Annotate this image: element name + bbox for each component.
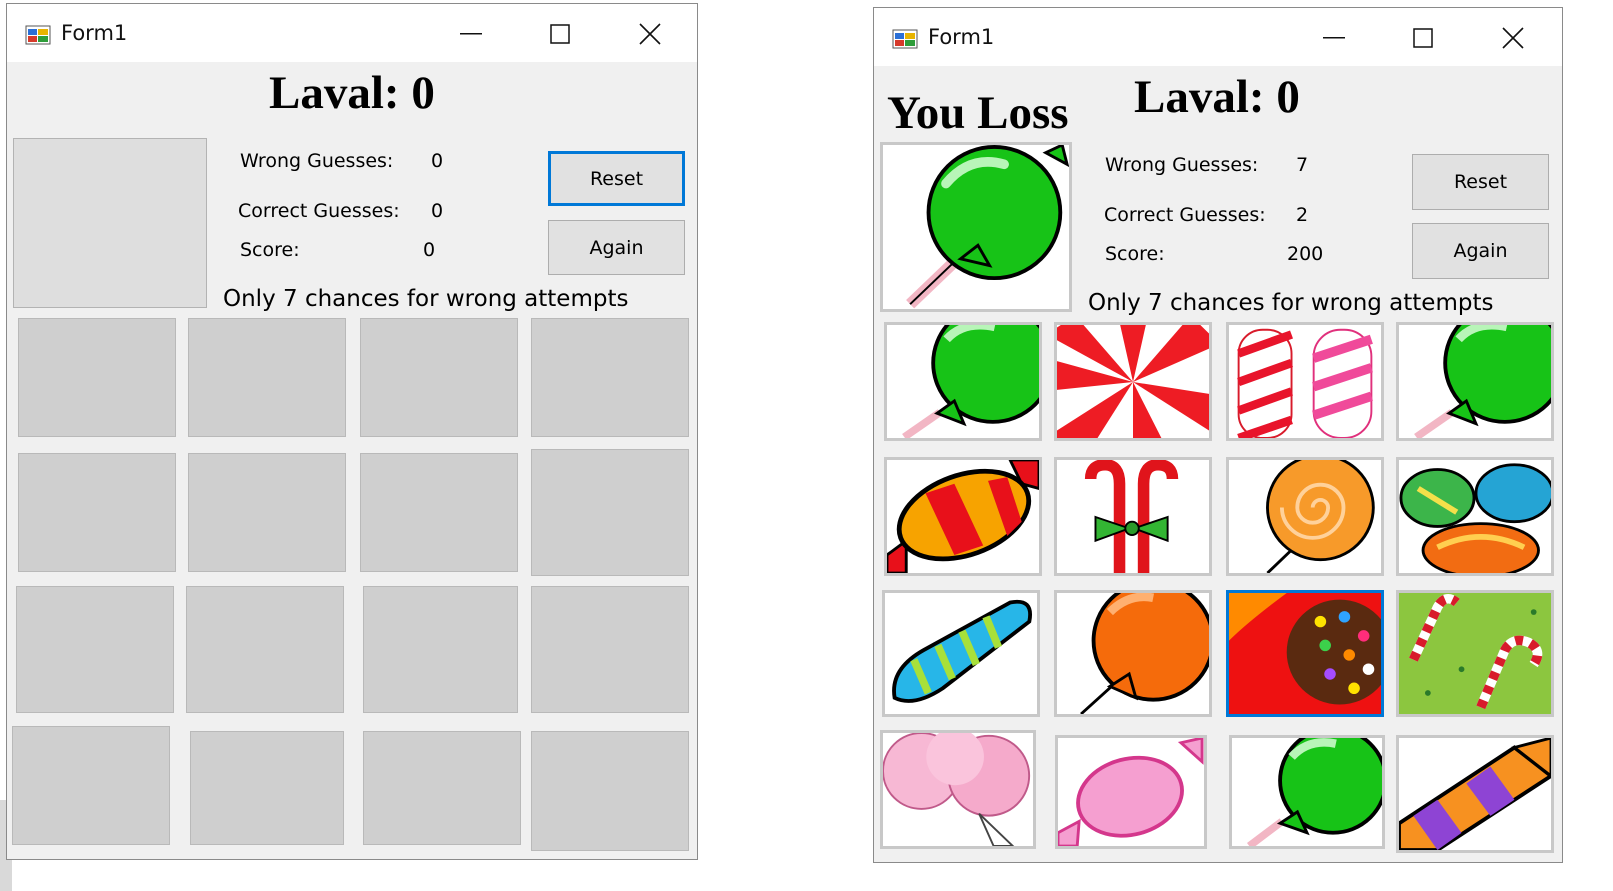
card-tile[interactable]	[1396, 457, 1554, 576]
minimize-icon[interactable]	[1314, 20, 1354, 56]
striped-candy-sticks-image	[1229, 325, 1381, 438]
card-tile[interactable]	[1396, 590, 1554, 717]
correct-guesses-value: 2	[1296, 204, 1309, 226]
form1-window-initial: Form1 Laval: 0 Wrong Guesses: 0 Correct …	[6, 3, 698, 860]
chances-text: Only 7 chances for wrong attempts	[223, 286, 629, 312]
card-tile[interactable]	[1055, 735, 1207, 849]
card-tile[interactable]	[16, 586, 174, 713]
card-tile[interactable]	[531, 586, 689, 713]
wrapped-striped-candy-image	[887, 460, 1039, 573]
title-bar[interactable]: Form1	[874, 8, 1562, 66]
result-message: You Loss	[887, 87, 1069, 139]
correct-guesses-label: Correct Guesses:	[1104, 204, 1266, 226]
again-button[interactable]: Again	[1412, 223, 1549, 279]
form1-window-loss: Form1 You Loss Laval: 0 Wrong Guesses: 7…	[873, 7, 1563, 863]
card-tile[interactable]	[531, 731, 689, 851]
reset-button[interactable]: Reset	[1412, 154, 1549, 210]
candy-cane-bow-image	[1057, 460, 1209, 573]
green-lollipop-image	[1232, 738, 1382, 846]
card-tile[interactable]	[12, 726, 170, 845]
level-value: 0	[411, 67, 435, 119]
minimize-icon[interactable]	[451, 16, 491, 52]
correct-guesses-label: Correct Guesses:	[238, 200, 400, 222]
card-tile[interactable]	[882, 590, 1040, 717]
card-tile[interactable]	[1054, 590, 1212, 717]
title-bar[interactable]: Form1	[7, 4, 697, 62]
level-value: 0	[1276, 71, 1300, 123]
app-icon	[25, 24, 51, 46]
card-tile[interactable]	[188, 453, 346, 572]
level-heading: Laval: 0	[269, 66, 435, 120]
chances-text: Only 7 chances for wrong attempts	[1088, 290, 1494, 316]
orange-swirl-lollipop-image	[1229, 460, 1381, 573]
again-button[interactable]: Again	[548, 220, 685, 275]
window-title: Form1	[928, 25, 995, 49]
card-tile[interactable]	[190, 731, 344, 845]
level-label: Laval:	[1134, 71, 1265, 123]
preview-picture-box	[880, 142, 1072, 312]
card-tile[interactable]	[884, 457, 1042, 576]
blue-striped-candy-image	[885, 593, 1037, 714]
card-tile[interactable]	[1396, 735, 1554, 853]
score-label: Score:	[240, 239, 300, 261]
cotton-candy-image	[883, 733, 1033, 846]
card-tile[interactable]	[1054, 322, 1212, 441]
card-tile[interactable]	[18, 318, 176, 437]
peppermint-swirl-image	[1057, 325, 1209, 438]
card-tile[interactable]	[360, 453, 518, 572]
green-lollipop-image	[906, 145, 1069, 309]
candy-pile-image	[1399, 460, 1551, 573]
card-tile[interactable]	[363, 586, 518, 713]
card-tile[interactable]	[363, 731, 521, 845]
level-heading: Laval: 0	[1134, 70, 1300, 124]
correct-guesses-value: 0	[431, 200, 444, 222]
card-tile[interactable]	[1396, 322, 1554, 441]
preview-picture-box	[13, 138, 207, 308]
close-icon[interactable]	[630, 16, 670, 52]
card-tile[interactable]	[1229, 735, 1385, 849]
card-tile[interactable]	[531, 449, 689, 576]
level-label: Laval:	[269, 67, 400, 119]
card-tile[interactable]	[1054, 457, 1212, 576]
candy-crush-image	[1229, 593, 1381, 714]
card-tile[interactable]	[18, 453, 176, 572]
reset-button[interactable]: Reset	[548, 151, 685, 206]
card-tile[interactable]	[1226, 590, 1384, 717]
card-tile[interactable]	[880, 730, 1036, 849]
close-icon[interactable]	[1493, 20, 1533, 56]
card-tile[interactable]	[360, 318, 518, 437]
wrong-guesses-value: 0	[431, 150, 444, 172]
purple-striped-candy-image	[1399, 738, 1551, 850]
card-tile[interactable]	[884, 322, 1042, 441]
card-tile[interactable]	[1226, 457, 1384, 576]
score-value: 0	[423, 239, 436, 261]
orange-lollipop-image	[1057, 593, 1209, 714]
wrong-guesses-label: Wrong Guesses:	[240, 150, 394, 172]
wrong-guesses-value: 7	[1296, 154, 1309, 176]
score-value: 200	[1287, 243, 1324, 265]
card-tile[interactable]	[186, 586, 344, 713]
score-label: Score:	[1105, 243, 1165, 265]
app-icon	[892, 28, 918, 50]
maximize-icon[interactable]	[540, 16, 580, 52]
candy-cane-pattern-image	[1399, 593, 1551, 714]
maximize-icon[interactable]	[1403, 20, 1443, 56]
green-lollipop-image	[902, 325, 1039, 438]
wrong-guesses-label: Wrong Guesses:	[1105, 154, 1259, 176]
green-lollipop-image	[1414, 325, 1551, 438]
card-tile[interactable]	[531, 318, 689, 437]
pink-wrapped-candy-image	[1058, 738, 1204, 846]
card-tile[interactable]	[1226, 322, 1384, 441]
window-title: Form1	[61, 21, 128, 45]
card-tile[interactable]	[188, 318, 346, 437]
